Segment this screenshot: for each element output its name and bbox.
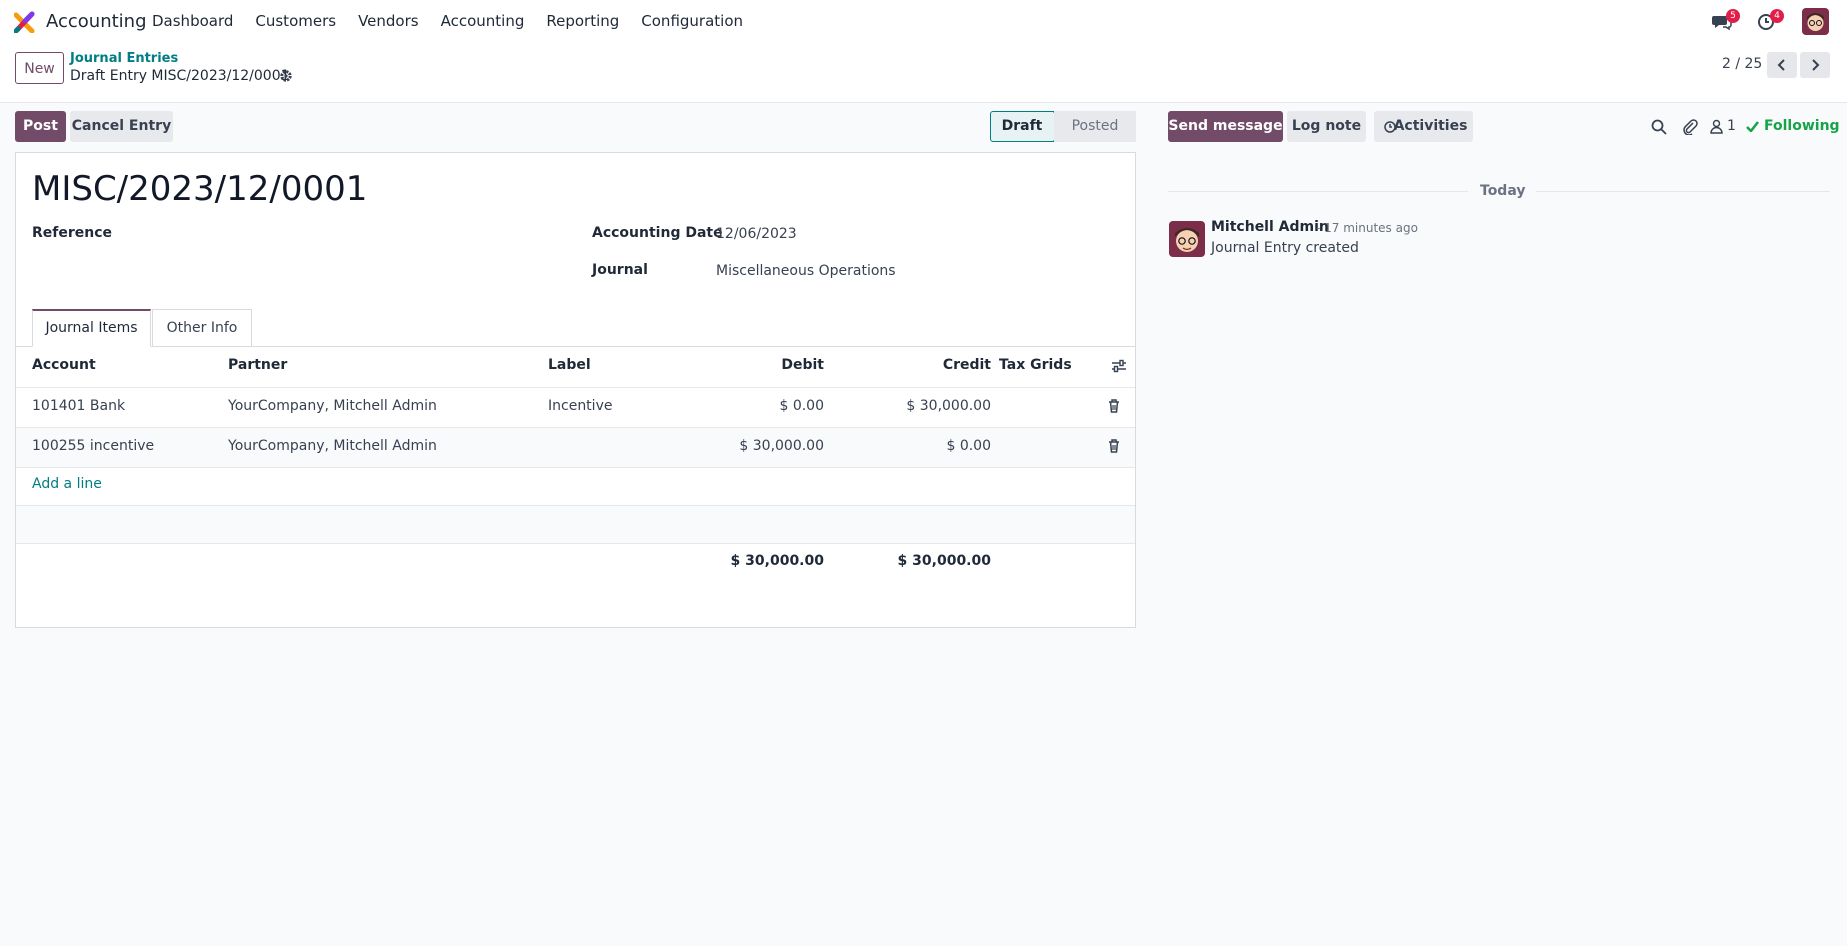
paperclip-icon[interactable] — [1682, 118, 1698, 135]
date-separator-line — [1168, 191, 1468, 192]
row-debit[interactable]: $ 30,000.00 — [656, 438, 824, 454]
row-credit[interactable]: $ 30,000.00 — [824, 398, 991, 414]
total-debit: $ 30,000.00 — [730, 553, 824, 569]
search-icon[interactable] — [1651, 119, 1667, 135]
header-divider — [16, 387, 1135, 388]
clock-icon — [1384, 121, 1396, 133]
new-button[interactable]: New — [15, 52, 64, 84]
followers-count[interactable]: 1 — [1727, 118, 1736, 134]
control-panel: New Journal Entries Draft Entry MISC/202… — [0, 42, 1847, 103]
pager-value[interactable]: 2 / 25 — [1722, 56, 1762, 72]
row-partner[interactable]: YourCompany, Mitchell Admin — [228, 438, 437, 454]
user-avatar[interactable] — [1802, 8, 1829, 35]
main-menu: Dashboard Customers Vendors Accounting R… — [152, 12, 765, 30]
journal-field[interactable]: Miscellaneous Operations — [716, 263, 896, 279]
tab-other-info[interactable]: Other Info — [152, 309, 252, 347]
add-line-link[interactable]: Add a line — [32, 476, 102, 492]
cancel-entry-button[interactable]: Cancel Entry — [70, 111, 173, 142]
menu-customers[interactable]: Customers — [255, 12, 336, 30]
top-navbar: Accounting Dashboard Customers Vendors A… — [0, 0, 1847, 42]
row-divider — [16, 467, 1135, 468]
activities-label: Activities — [1393, 118, 1468, 134]
followers-icon[interactable] — [1710, 119, 1723, 134]
post-button[interactable]: Post — [15, 111, 66, 142]
activities-button[interactable]: Activities — [1374, 111, 1473, 142]
total-credit: $ 30,000.00 — [897, 553, 991, 569]
following-button[interactable]: Following — [1764, 118, 1840, 134]
breadcrumb-current: Draft Entry MISC/2023/12/0001 — [70, 68, 290, 84]
gear-icon[interactable] — [279, 69, 293, 83]
menu-vendors[interactable]: Vendors — [358, 12, 419, 30]
activities-badge: 4 — [1770, 9, 1784, 23]
status-posted[interactable]: Posted — [1054, 111, 1136, 142]
row-account[interactable]: 101401 Bank — [32, 398, 125, 414]
column-settings-icon[interactable] — [1111, 359, 1127, 373]
send-message-button[interactable]: Send message — [1168, 111, 1283, 142]
col-account[interactable]: Account — [32, 357, 96, 373]
row-label[interactable]: Incentive — [548, 398, 612, 414]
message-time: - 17 minutes ago — [1316, 221, 1418, 235]
row-debit[interactable]: $ 0.00 — [656, 398, 824, 414]
status-draft[interactable]: Draft — [990, 111, 1054, 142]
menu-accounting[interactable]: Accounting — [441, 12, 525, 30]
menu-configuration[interactable]: Configuration — [641, 12, 743, 30]
trash-icon[interactable] — [1108, 439, 1120, 453]
log-note-button[interactable]: Log note — [1287, 111, 1366, 142]
message-body: Journal Entry created — [1211, 240, 1359, 256]
menu-reporting[interactable]: Reporting — [546, 12, 619, 30]
col-tax-grids[interactable]: Tax Grids — [999, 357, 1072, 373]
row-divider — [16, 543, 1135, 544]
pager-previous-button[interactable] — [1767, 52, 1797, 78]
date-separator-line — [1536, 191, 1830, 192]
messages-badge: 5 — [1726, 9, 1740, 23]
chevron-left-icon — [1777, 59, 1785, 71]
form-sheet: MISC/2023/12/0001 Reference Accounting D… — [15, 152, 1136, 628]
date-separator: Today — [1480, 183, 1526, 199]
message-author[interactable]: Mitchell Admin — [1211, 219, 1329, 235]
app-logo-icon[interactable] — [14, 11, 36, 33]
message-author-avatar[interactable] — [1169, 221, 1205, 257]
col-credit[interactable]: Credit — [824, 357, 991, 373]
row-account[interactable]: 100255 incentive — [32, 438, 154, 454]
col-label[interactable]: Label — [548, 357, 591, 373]
row-credit[interactable]: $ 0.00 — [824, 438, 991, 454]
empty-row — [16, 506, 1135, 543]
row-partner[interactable]: YourCompany, Mitchell Admin — [228, 398, 437, 414]
table-row[interactable]: 100255 incentive YourCompany, Mitchell A… — [16, 428, 1135, 467]
check-icon — [1746, 121, 1759, 132]
menu-dashboard[interactable]: Dashboard — [152, 12, 233, 30]
journal-label: Journal — [592, 262, 648, 278]
accounting-date-label: Accounting Date — [592, 225, 723, 241]
tab-journal-items[interactable]: Journal Items — [32, 309, 151, 347]
chevron-right-icon — [1812, 59, 1820, 71]
pager-next-button[interactable] — [1800, 52, 1830, 78]
reference-label: Reference — [32, 225, 113, 241]
app-name[interactable]: Accounting — [46, 11, 147, 32]
document-title: MISC/2023/12/0001 — [32, 169, 368, 209]
accounting-date-field[interactable]: 12/06/2023 — [716, 226, 797, 242]
trash-icon[interactable] — [1108, 399, 1120, 413]
col-partner[interactable]: Partner — [228, 357, 287, 373]
breadcrumb-journal-entries[interactable]: Journal Entries — [70, 51, 178, 66]
col-debit[interactable]: Debit — [656, 357, 824, 373]
